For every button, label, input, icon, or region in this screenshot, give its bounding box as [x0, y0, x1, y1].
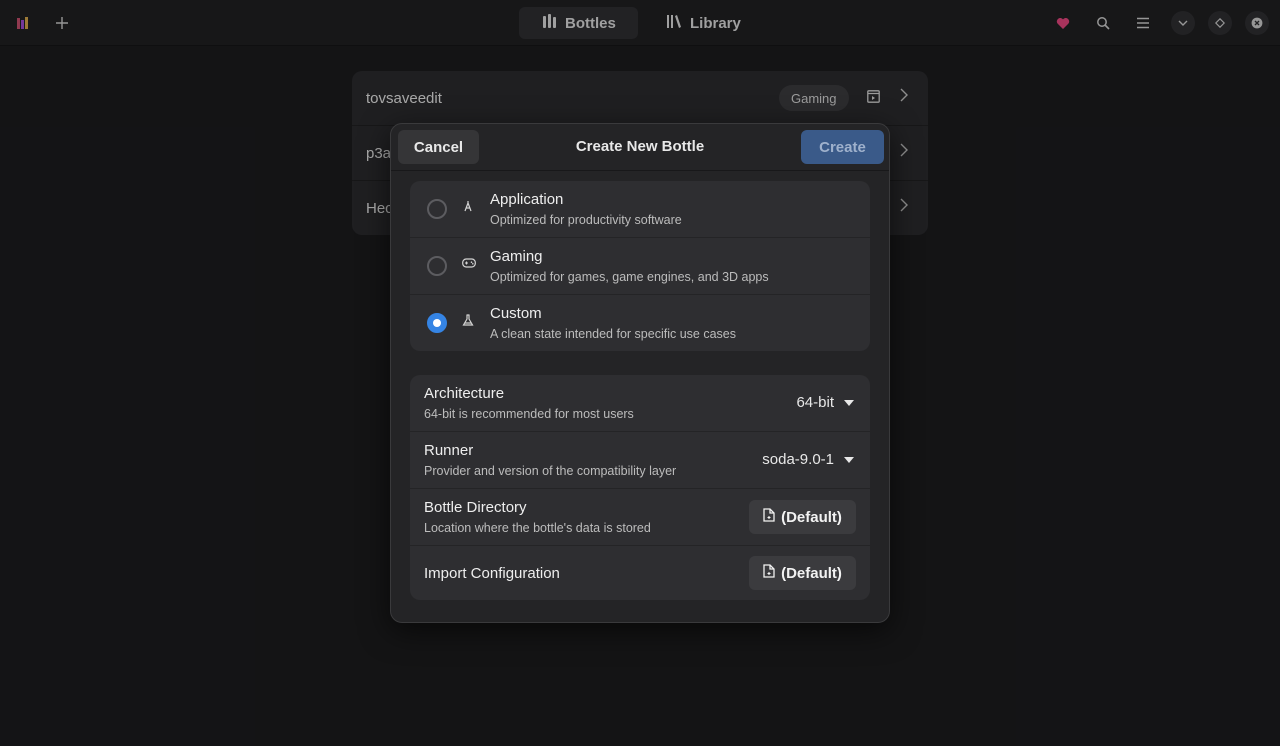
- option-title: Custom: [490, 305, 542, 322]
- dropdown-value: 64-bit: [796, 394, 834, 411]
- environment-option-gaming[interactable]: Gaming Optimized for games, game engines…: [410, 238, 870, 295]
- radio-button-selected[interactable]: [427, 313, 447, 333]
- option-subtitle: A clean state intended for specific use …: [490, 327, 736, 341]
- dropdown-value: soda-9.0-1: [762, 451, 834, 468]
- row-title: Bottle Directory: [424, 499, 527, 516]
- create-button[interactable]: Create: [801, 130, 884, 164]
- row-subtitle: 64-bit is recommended for most users: [424, 407, 634, 421]
- import-configuration-row: Import Configuration (Default): [410, 546, 870, 600]
- gamepad-icon: [462, 257, 476, 271]
- runner-row: Runner Provider and version of the compa…: [410, 432, 870, 489]
- row-title: Import Configuration: [424, 565, 560, 582]
- radio-button[interactable]: [427, 199, 447, 219]
- environment-option-application[interactable]: Application Optimized for productivity s…: [410, 181, 870, 238]
- row-subtitle: Location where the bottle's data is stor…: [424, 521, 651, 535]
- bottle-directory-button[interactable]: (Default): [749, 500, 856, 534]
- radio-button[interactable]: [427, 256, 447, 276]
- button-label: (Default): [781, 564, 842, 582]
- architecture-dropdown[interactable]: 64-bit: [796, 394, 854, 411]
- runner-dropdown[interactable]: soda-9.0-1: [762, 451, 854, 468]
- flask-icon: [462, 314, 474, 329]
- option-title: Gaming: [490, 248, 543, 265]
- settings-group: Architecture 64-bit is recommended for m…: [410, 375, 870, 600]
- architecture-row: Architecture 64-bit is recommended for m…: [410, 375, 870, 432]
- import-configuration-button[interactable]: (Default): [749, 556, 856, 590]
- row-title: Runner: [424, 442, 474, 459]
- option-subtitle: Optimized for games, game engines, and 3…: [490, 270, 769, 284]
- option-title: Application: [490, 191, 564, 208]
- row-subtitle: Provider and version of the compatibilit…: [424, 464, 677, 478]
- compass-icon: [462, 200, 474, 215]
- caret-down-icon: [844, 456, 854, 463]
- dialog-header: Cancel Create New Bottle Create: [391, 124, 889, 171]
- environment-option-custom[interactable]: Custom A clean state intended for specif…: [410, 295, 870, 351]
- bottle-directory-row: Bottle Directory Location where the bott…: [410, 489, 870, 546]
- caret-down-icon: [844, 399, 854, 406]
- environment-group: Application Optimized for productivity s…: [410, 181, 870, 351]
- row-title: Architecture: [424, 385, 505, 402]
- document-icon: [763, 564, 775, 582]
- document-icon: [763, 508, 775, 526]
- button-label: (Default): [781, 508, 842, 526]
- create-bottle-dialog: Cancel Create New Bottle Create Applicat…: [390, 123, 890, 623]
- option-subtitle: Optimized for productivity software: [490, 213, 682, 227]
